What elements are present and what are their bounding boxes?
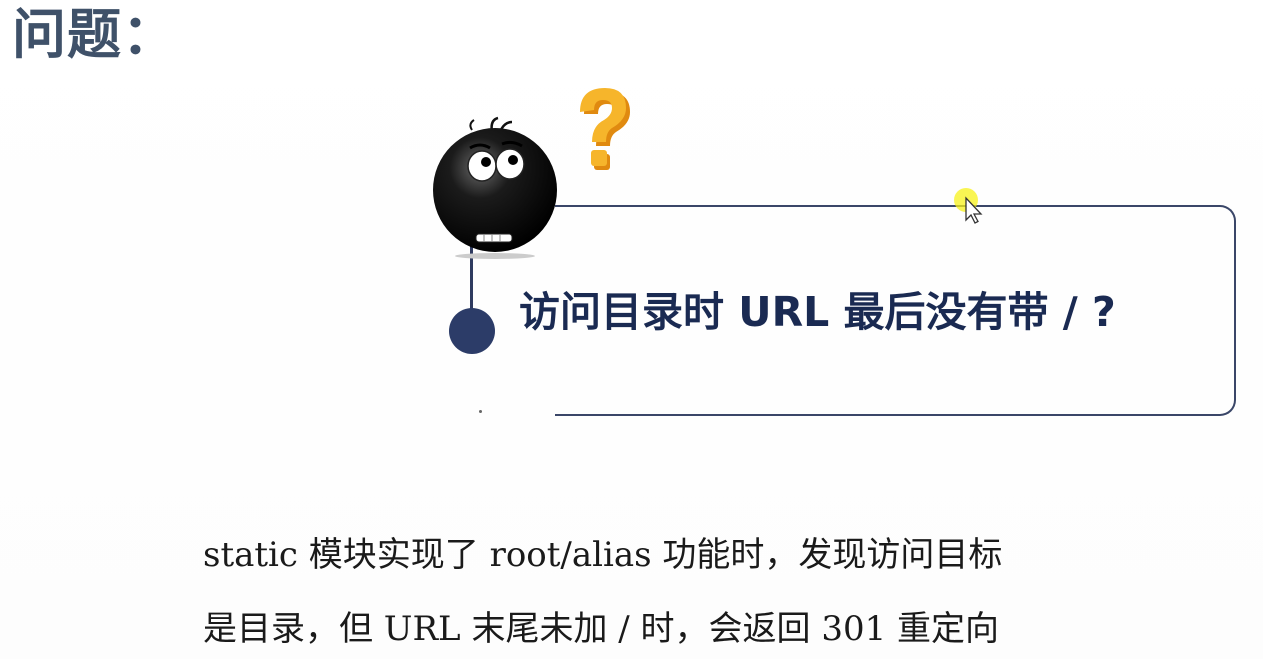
question-mark-icon [580,88,630,170]
body-line-2: 是目录，但 URL 末尾未加 / 时，会返回 301 重定向 [203,609,1000,649]
body-line-1: static 模块实现了 root/alias 功能时，发现访问目标 [203,535,1003,575]
question-text: 访问目录时 URL 最后没有带 / ? [519,288,1116,336]
confused-bomb-face-icon [433,116,557,259]
mouse-pointer-icon [954,188,983,224]
slide-title: 问题： [12,3,177,66]
slide: 问题： 访问目录时 URL 最后没有带 / ? static 模块实现了 roo… [0,0,1263,659]
stray-dot [479,410,482,413]
connector-node [449,308,495,354]
